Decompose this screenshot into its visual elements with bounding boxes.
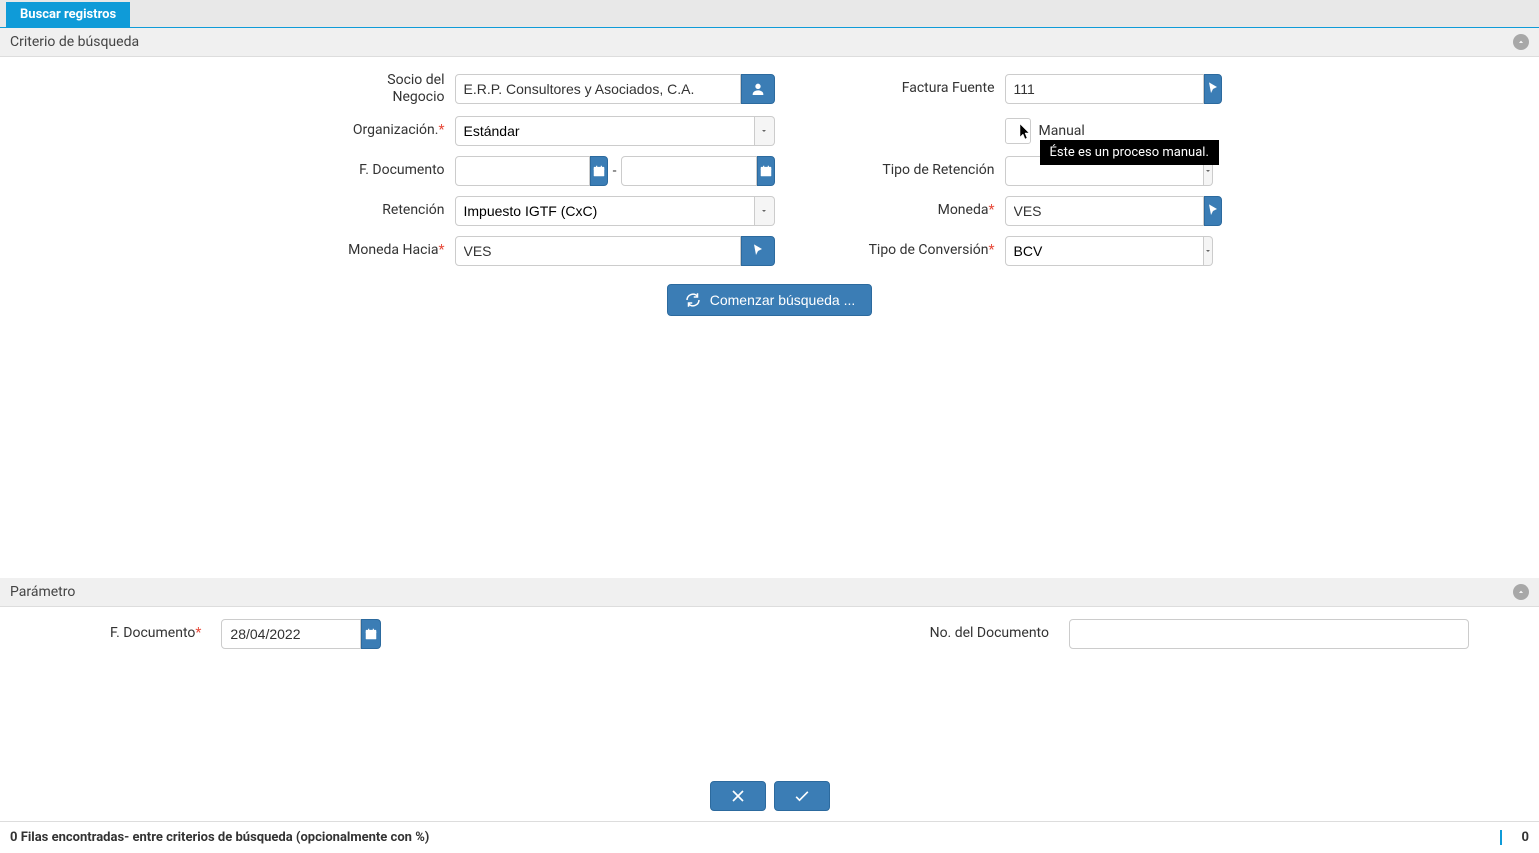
confirm-button[interactable] bbox=[774, 781, 830, 811]
f-documento-to-calendar-button[interactable] bbox=[757, 156, 775, 186]
collapse-criteria-icon[interactable] bbox=[1513, 34, 1529, 50]
moneda-hacia-input[interactable] bbox=[455, 236, 741, 266]
label-retencion: Retención bbox=[335, 202, 455, 219]
parametro-header-label: Parámetro bbox=[10, 584, 75, 600]
tab-bar: Buscar registros bbox=[0, 0, 1539, 28]
factura-input[interactable] bbox=[1005, 74, 1204, 104]
label-factura: Factura Fuente bbox=[775, 80, 1005, 97]
moneda-lookup-button[interactable] bbox=[1204, 196, 1222, 226]
status-count: 0 bbox=[1500, 830, 1529, 845]
criteria-header: Criterio de búsqueda bbox=[0, 28, 1539, 57]
chevron-down-icon bbox=[760, 127, 768, 135]
criteria-header-label: Criterio de búsqueda bbox=[10, 34, 139, 50]
f-documento-to-input[interactable] bbox=[621, 156, 756, 186]
pointer-icon bbox=[1205, 203, 1221, 219]
search-button-label: Comenzar búsqueda ... bbox=[710, 292, 856, 308]
collapse-parametro-icon[interactable] bbox=[1513, 584, 1529, 600]
calendar-icon bbox=[759, 164, 773, 178]
param-f-documento-calendar-button[interactable] bbox=[361, 619, 381, 649]
criteria-form: Socio del Negocio Factura Fuente Organiz… bbox=[0, 57, 1539, 276]
chevron-down-icon bbox=[1204, 167, 1212, 175]
refresh-icon bbox=[684, 291, 702, 309]
calendar-icon bbox=[364, 627, 378, 641]
label-socio: Socio del Negocio bbox=[335, 72, 455, 106]
parametro-header: Parámetro bbox=[0, 578, 1539, 607]
label-f-documento: F. Documento bbox=[335, 162, 455, 179]
status-bar: 0 Filas encontradas- entre criterios de … bbox=[0, 821, 1539, 853]
socio-lookup-button[interactable] bbox=[741, 74, 775, 104]
socio-input[interactable] bbox=[455, 74, 741, 104]
manual-label: Manual bbox=[1039, 123, 1085, 139]
label-tipo-conversion: Tipo de Conversión* bbox=[775, 242, 1005, 259]
label-organizacion: Organización.* bbox=[335, 122, 455, 139]
label-moneda-hacia: Moneda Hacia* bbox=[335, 242, 455, 259]
param-f-documento-input[interactable] bbox=[221, 619, 361, 649]
close-icon bbox=[728, 786, 748, 806]
factura-lookup-button[interactable] bbox=[1204, 74, 1222, 104]
label-param-f-documento: F. Documento* bbox=[110, 625, 211, 642]
f-documento-from-calendar-button[interactable] bbox=[590, 156, 608, 186]
pointer-icon bbox=[1205, 81, 1221, 97]
retencion-select[interactable] bbox=[455, 196, 755, 226]
organizacion-dropdown-button[interactable] bbox=[755, 116, 775, 146]
tab-buscar-registros[interactable]: Buscar registros bbox=[6, 2, 130, 27]
retencion-dropdown-button[interactable] bbox=[755, 196, 775, 226]
moneda-hacia-lookup-button[interactable] bbox=[741, 236, 775, 266]
date-separator: - bbox=[610, 156, 620, 186]
manual-checkbox[interactable] bbox=[1005, 118, 1031, 144]
param-no-documento-input[interactable] bbox=[1069, 619, 1469, 649]
check-icon bbox=[792, 786, 812, 806]
tipo-conversion-dropdown-button[interactable] bbox=[1204, 236, 1213, 266]
comenzar-busqueda-button[interactable]: Comenzar búsqueda ... bbox=[667, 284, 873, 316]
chevron-down-icon bbox=[1204, 247, 1212, 255]
label-param-no-documento: No. del Documento bbox=[930, 625, 1059, 642]
organizacion-select[interactable] bbox=[455, 116, 755, 146]
user-icon bbox=[750, 81, 766, 97]
f-documento-from-input[interactable] bbox=[455, 156, 590, 186]
manual-tooltip: Éste es un proceso manual. bbox=[1040, 140, 1219, 165]
parametro-form: F. Documento* No. del Documento bbox=[0, 607, 1539, 661]
chevron-down-icon bbox=[760, 207, 768, 215]
tipo-conversion-select[interactable] bbox=[1005, 236, 1204, 266]
pointer-icon bbox=[750, 243, 766, 259]
label-moneda: Moneda* bbox=[775, 202, 1005, 219]
cancel-button[interactable] bbox=[710, 781, 766, 811]
moneda-input[interactable] bbox=[1005, 196, 1204, 226]
label-tipo-retencion: Tipo de Retención bbox=[775, 162, 1005, 179]
calendar-icon bbox=[592, 164, 606, 178]
action-bar bbox=[0, 761, 1539, 821]
status-message: 0 Filas encontradas- entre criterios de … bbox=[10, 830, 429, 845]
